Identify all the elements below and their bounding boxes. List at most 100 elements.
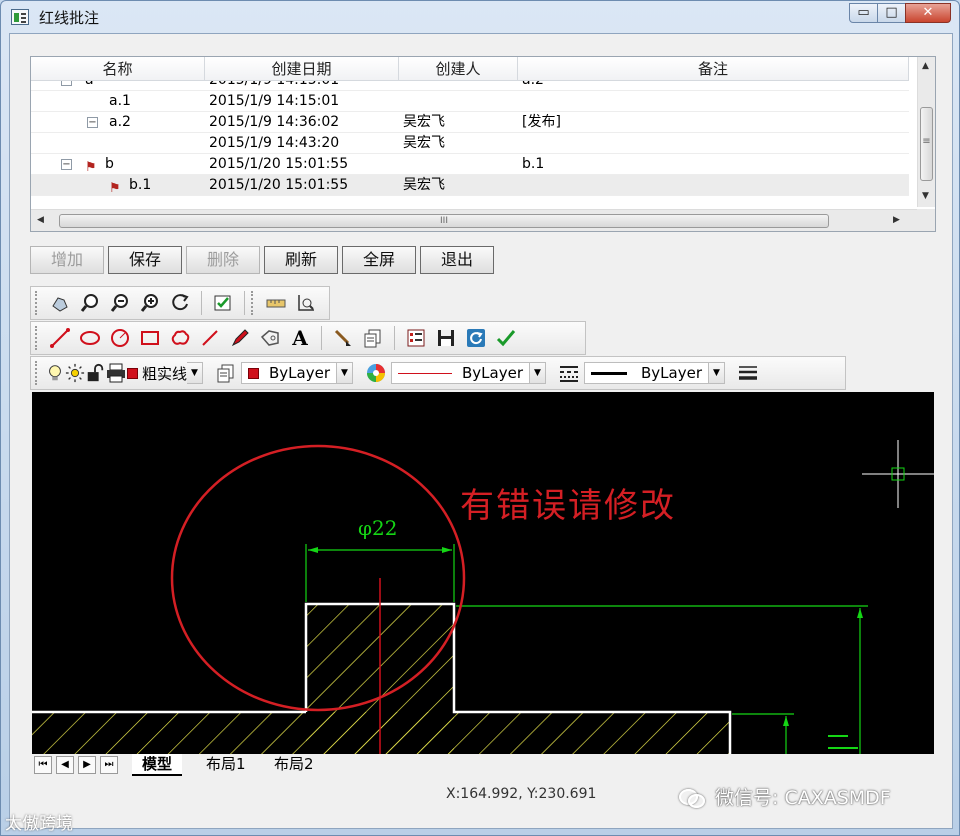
scroll-down-icon[interactable]: ▼ [922,191,929,201]
horizontal-scroll-thumb[interactable]: III [59,214,829,228]
revision-cloud-icon[interactable] [165,324,195,352]
color-wheel-icon[interactable] [361,359,391,387]
title-bar[interactable]: 红线批注 ▭ □ ✕ [1,1,959,33]
refresh-icon[interactable] [461,324,491,352]
marker-pen-icon[interactable] [225,324,255,352]
horizontal-scrollbar[interactable]: ◀ III ▶ [31,209,919,231]
table-row[interactable]: 2015/1/9 14:43:20 吴宏飞 [31,133,909,154]
fullscreen-button[interactable]: 全屏 [342,246,416,274]
eraser-brush-icon[interactable] [328,324,358,352]
tab-layout1[interactable]: 布局1 [196,754,256,776]
color-swatch [248,367,260,379]
ellipse-icon[interactable] [75,324,105,352]
column-header-creator[interactable]: 创建人 [399,57,518,80]
refresh-button[interactable]: 刷新 [264,246,338,274]
lineweight-combo[interactable]: ByLayer ▼ [584,362,726,384]
measure-distance-icon[interactable] [261,289,291,317]
table-row[interactable]: a.1 2015/1/9 14:15:01 [31,91,909,112]
table-body: − a 2015/1/9 14:15:01 a.2 a.1 2015/1/9 14… [31,81,909,207]
collapse-toggle-icon[interactable]: − [61,81,72,86]
previous-tab-icon[interactable]: ◀ [56,756,74,774]
dropdown-arrow-icon[interactable]: ▼ [530,362,547,384]
circle-icon[interactable] [105,324,135,352]
dropdown-arrow-icon[interactable]: ▼ [337,362,354,384]
confirm-check-icon[interactable] [491,324,521,352]
printer-icon[interactable] [105,359,127,387]
maximize-button[interactable]: □ [877,3,906,23]
tab-model[interactable]: 模型 [132,754,183,776]
row-note: a.2 [518,81,909,90]
zoom-previous-icon[interactable] [165,289,195,317]
annotation-text: 有错误请修改 [460,486,676,526]
row-date: 2015/1/20 15:01:55 [209,156,349,172]
zoom-icon[interactable] [75,289,105,317]
scroll-right-icon[interactable]: ▶ [893,215,900,225]
linetype-manager-icon[interactable] [554,359,584,387]
zoom-in-icon[interactable] [135,289,165,317]
column-header-note[interactable]: 备注 [518,57,909,80]
rectangle-icon[interactable] [135,324,165,352]
lineweight-preview [591,371,628,375]
sun-icon[interactable] [65,359,85,387]
freehand-line-icon[interactable] [195,324,225,352]
pan-icon[interactable] [45,289,75,317]
dropdown-arrow-icon[interactable]: ▼ [187,362,204,384]
row-creator: 吴宏飞 [403,177,445,193]
table-row[interactable]: ⚑ b.1 2015/1/20 15:01:55 吴宏飞 [31,175,909,196]
unlock-icon[interactable] [85,359,105,387]
exit-button[interactable]: 退出 [420,246,494,274]
tab-layout2[interactable]: 布局2 [264,754,324,776]
delete-button[interactable]: 删除 [186,246,260,274]
tag-icon[interactable] [255,324,285,352]
vertical-scrollbar[interactable]: ▲ ≡ ▼ [917,57,935,207]
last-tab-icon[interactable]: ⏭ [100,756,118,774]
row-creator [399,81,518,90]
column-header-date[interactable]: 创建日期 [205,57,399,80]
checkbox-icon[interactable] [208,289,238,317]
add-button[interactable]: 增加 [30,246,104,274]
zoom-out-icon[interactable] [105,289,135,317]
color-combo[interactable]: ByLayer ▼ [241,362,354,384]
text-icon[interactable]: A [285,324,315,352]
linetype-combo[interactable]: ByLayer ▼ [391,362,547,384]
row-date: 2015/1/9 14:43:20 [209,135,340,151]
row-name: b [105,156,114,172]
scroll-up-icon[interactable]: ▲ [922,61,929,71]
red-flag-icon: ⚑ [109,181,121,195]
window-title: 红线批注 [39,9,100,27]
layout-tabbar: ⏮ ◀ ▶ ⏭ 模型 布局1 布局2 [32,754,934,776]
drawing-canvas[interactable]: 有错误请修改 φ22 [32,392,934,754]
row-note [518,175,909,195]
close-button[interactable]: ✕ [905,3,951,23]
line-icon[interactable] [45,324,75,352]
wechat-icon [679,787,705,808]
properties-list-icon[interactable] [401,324,431,352]
column-header-name[interactable]: 名称 [31,57,205,80]
red-flag-icon: ⚑ [85,160,97,174]
table-row[interactable]: − a.2 2015/1/9 14:36:02 吴宏飞 [发布] [31,112,909,133]
next-tab-icon[interactable]: ▶ [78,756,96,774]
dropdown-arrow-icon[interactable]: ▼ [709,362,726,384]
line-style-value: 粗实线 [142,364,188,383]
lineweight-manager-icon[interactable] [733,359,763,387]
save-button[interactable]: 保存 [108,246,182,274]
line-style-combo[interactable]: 粗实线 ▼ [127,362,204,384]
save-disk-icon[interactable] [431,324,461,352]
vertical-scroll-thumb[interactable]: ≡ [920,107,933,181]
row-note [518,133,909,153]
first-tab-icon[interactable]: ⏮ [34,756,52,774]
watermark-left: 太傲跨境 [5,814,73,834]
scroll-left-icon[interactable]: ◀ [37,215,44,225]
minimize-button[interactable]: ▭ [849,3,878,23]
linetype-value: ByLayer [462,364,524,382]
lightbulb-icon[interactable] [45,359,65,387]
properties-toolbar: 粗实线 ▼ ByLayer ▼ ByLayer ▼ ByLayer ▼ [30,356,846,390]
measure-angle-icon[interactable] [291,289,321,317]
layer-manager-icon[interactable] [211,359,241,387]
table-row[interactable]: − ⚑ b 2015/1/20 15:01:55 b.1 [31,154,909,175]
collapse-toggle-icon[interactable]: − [61,159,72,170]
copy-properties-icon[interactable] [358,324,388,352]
table-row[interactable]: − a 2015/1/9 14:15:01 a.2 [31,81,909,91]
collapse-toggle-icon[interactable]: − [87,117,98,128]
crosshair-cursor [862,440,934,508]
